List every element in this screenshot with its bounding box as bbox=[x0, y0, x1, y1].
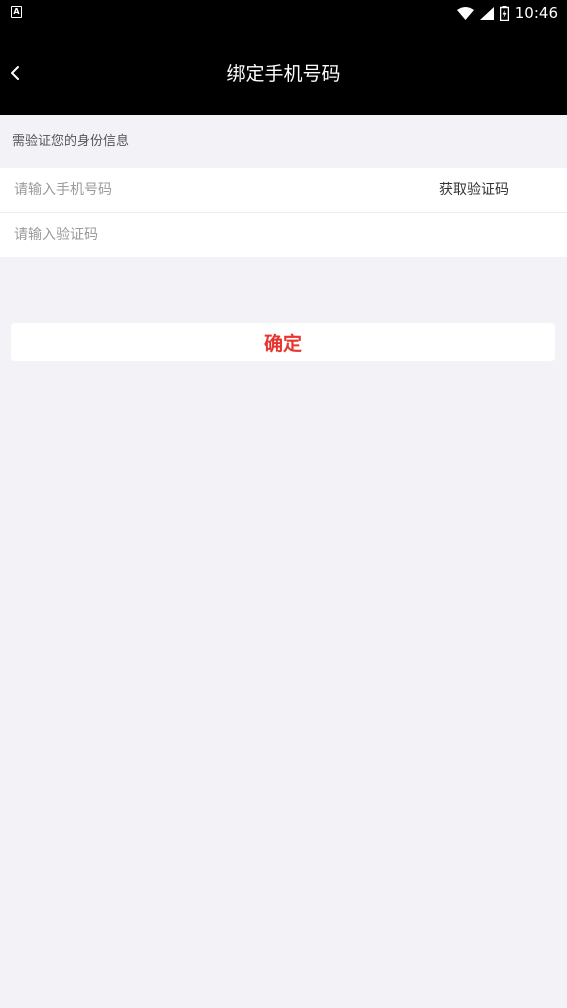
page-title: 绑定手机号码 bbox=[226, 63, 341, 85]
wifi-icon bbox=[456, 6, 474, 20]
code-row bbox=[0, 213, 567, 257]
status-bar: A 10:46 bbox=[0, 0, 567, 26]
get-code-button[interactable]: 获取验证码 bbox=[439, 168, 509, 212]
bind-phone-form: 获取验证码 bbox=[0, 168, 567, 257]
battery-icon bbox=[499, 5, 509, 21]
status-time: 10:46 bbox=[514, 4, 558, 22]
nav-bar: 绑定手机号码 bbox=[0, 26, 567, 115]
code-input[interactable] bbox=[14, 213, 394, 257]
app-notification-icon: A bbox=[11, 6, 22, 18]
verify-hint: 需验证您的身份信息 bbox=[12, 134, 130, 149]
status-icons: 10:46 bbox=[456, 3, 558, 23]
phone-row: 获取验证码 bbox=[0, 168, 567, 213]
signal-icon bbox=[479, 6, 494, 20]
phone-input[interactable] bbox=[14, 168, 394, 212]
confirm-button[interactable]: 确定 bbox=[11, 323, 555, 361]
